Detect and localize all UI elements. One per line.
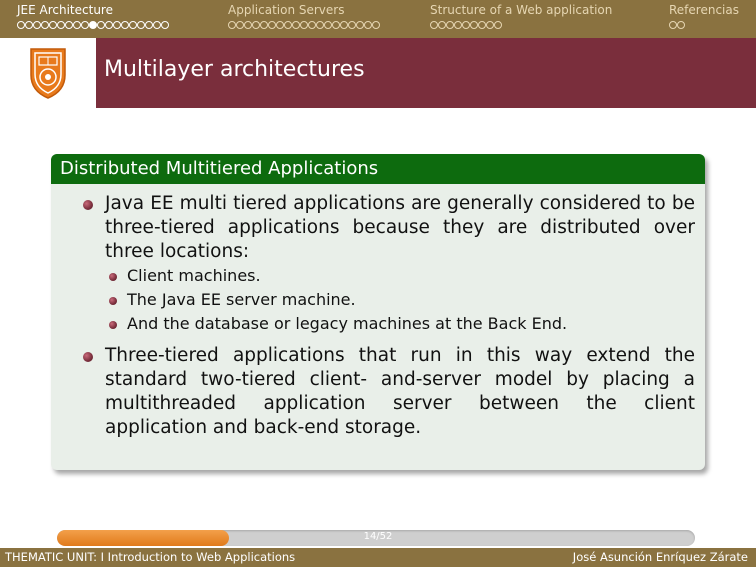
sub-list-item: And the database or legacy machines at t… (81, 312, 695, 336)
nav-dot[interactable] (430, 21, 438, 29)
nav-dot[interactable] (300, 21, 308, 29)
nav-dots (669, 20, 739, 30)
nav-section-referencias[interactable]: Referencias (669, 3, 739, 30)
nav-dot[interactable] (276, 21, 284, 29)
slide-title-bar: Multilayer architectures (0, 38, 756, 108)
nav-dot[interactable] (324, 21, 332, 29)
nav-dot[interactable] (348, 21, 356, 29)
nav-dot[interactable] (438, 21, 446, 29)
nav-dot[interactable] (41, 21, 49, 29)
nav-dot[interactable] (121, 21, 129, 29)
sub-bullet-text: Client machines. (127, 266, 261, 285)
nav-section-label: Application Servers (228, 3, 345, 17)
nav-dot[interactable] (153, 21, 161, 29)
nav-dot[interactable] (669, 21, 677, 29)
nav-section-application-servers[interactable]: Application Servers (228, 3, 380, 30)
nav-dot[interactable] (97, 21, 105, 29)
nav-dot[interactable] (17, 21, 25, 29)
bullet-icon (83, 200, 93, 210)
nav-dot[interactable] (252, 21, 260, 29)
nav-dot[interactable] (129, 21, 137, 29)
nav-dot[interactable] (372, 21, 380, 29)
nav-dot[interactable] (292, 21, 300, 29)
nav-dot[interactable] (236, 21, 244, 29)
nav-dot[interactable] (49, 21, 57, 29)
nav-dot[interactable] (65, 21, 73, 29)
nav-dot[interactable] (316, 21, 324, 29)
nav-dot[interactable] (364, 21, 372, 29)
nav-dot[interactable] (486, 21, 494, 29)
nav-dot[interactable] (446, 21, 454, 29)
content-block: Distributed Multitiered Applications Jav… (51, 154, 705, 470)
nav-dot[interactable] (284, 21, 292, 29)
ipn-shield-logo-icon (0, 38, 96, 108)
section-navigation: JEE Architecture Application Servers Str… (0, 0, 756, 38)
nav-dot[interactable] (340, 21, 348, 29)
nav-dot[interactable] (454, 21, 462, 29)
nav-dot[interactable] (25, 21, 33, 29)
nav-dot[interactable] (268, 21, 276, 29)
nav-dot[interactable] (260, 21, 268, 29)
bullet-icon (109, 273, 117, 281)
nav-dots (430, 20, 612, 30)
bullet-text: Java EE multi tiered applications are ge… (105, 193, 695, 262)
nav-dot[interactable] (244, 21, 252, 29)
sub-list-item: Client machines. (81, 264, 695, 288)
nav-dot[interactable] (462, 21, 470, 29)
nav-section-label: Structure of a Web application (430, 3, 613, 17)
nav-dots (17, 20, 169, 30)
bullet-icon (83, 352, 93, 362)
nav-dot[interactable] (145, 21, 153, 29)
nav-dot[interactable] (161, 21, 169, 29)
nav-dot[interactable] (33, 21, 41, 29)
sub-bullet-text: The Java EE server machine. (127, 290, 356, 309)
nav-dot[interactable] (73, 21, 81, 29)
nav-section-label: JEE Architecture (17, 3, 113, 17)
sub-list-item: The Java EE server machine. (81, 288, 695, 312)
nav-section-jee-architecture[interactable]: JEE Architecture (17, 3, 169, 30)
slide-title: Multilayer architectures (104, 57, 365, 82)
bullet-icon (109, 321, 117, 329)
list-item: Three-tiered applications that run in th… (81, 344, 695, 440)
nav-dot[interactable] (137, 21, 145, 29)
nav-dot[interactable] (105, 21, 113, 29)
nav-dot[interactable] (113, 21, 121, 29)
bullet-icon (109, 297, 117, 305)
block-body: Java EE multi tiered applications are ge… (51, 184, 705, 440)
nav-dot[interactable] (89, 21, 97, 29)
block-title: Distributed Multitiered Applications (51, 154, 705, 184)
nav-dot[interactable] (470, 21, 478, 29)
sub-bullet-text: And the database or legacy machines at t… (127, 314, 568, 333)
footer-unit-title: THEMATIC UNIT: I Introduction to Web App… (5, 550, 296, 564)
nav-dot[interactable] (228, 21, 236, 29)
footer-author: José Asunción Enríquez Zárate (572, 550, 748, 564)
nav-dot[interactable] (57, 21, 65, 29)
nav-dot[interactable] (494, 21, 502, 29)
nav-dot[interactable] (332, 21, 340, 29)
bullet-text: Three-tiered applications that run in th… (105, 345, 695, 438)
page-number: 14/52 (363, 531, 393, 542)
nav-section-label: Referencias (669, 3, 739, 17)
nav-dot[interactable] (81, 21, 89, 29)
nav-dots (228, 20, 380, 30)
nav-dot[interactable] (478, 21, 486, 29)
nav-dot[interactable] (308, 21, 316, 29)
footer-bar: THEMATIC UNIT: I Introduction to Web App… (0, 548, 756, 567)
nav-dot[interactable] (677, 21, 685, 29)
list-item: Java EE multi tiered applications are ge… (81, 192, 695, 264)
nav-section-structure-web-app[interactable]: Structure of a Web application (430, 3, 612, 30)
nav-dot[interactable] (356, 21, 364, 29)
